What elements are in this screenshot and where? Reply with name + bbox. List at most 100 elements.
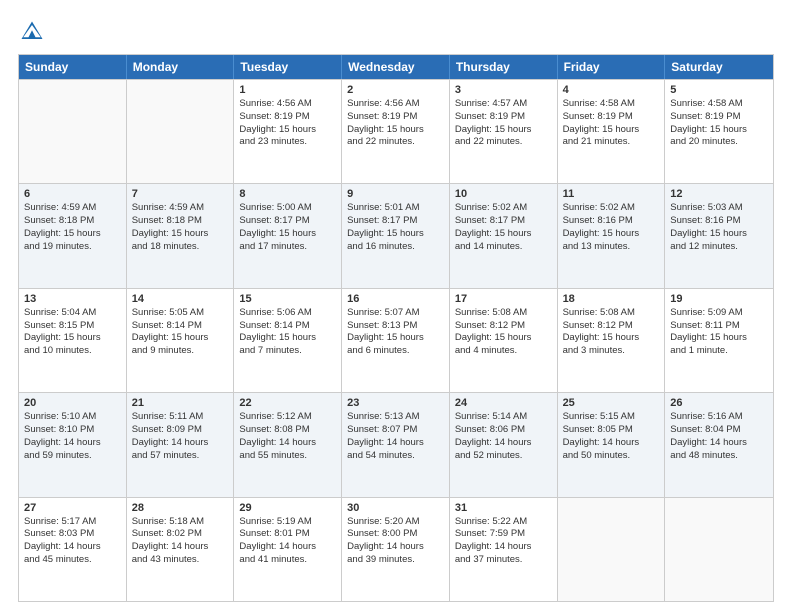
cell-line: Sunrise: 5:02 AM [563, 202, 660, 215]
day-number: 13 [24, 293, 121, 305]
cell-line: Sunset: 8:09 PM [132, 424, 229, 437]
cell-line: Daylight: 14 hours [132, 541, 229, 554]
calendar-cell: 1Sunrise: 4:56 AMSunset: 8:19 PMDaylight… [234, 80, 342, 183]
cell-line: and 59 minutes. [24, 450, 121, 463]
cell-line: Sunrise: 5:08 AM [563, 307, 660, 320]
day-number: 17 [455, 293, 552, 305]
calendar-cell: 29Sunrise: 5:19 AMSunset: 8:01 PMDayligh… [234, 498, 342, 601]
cell-line: and 16 minutes. [347, 241, 444, 254]
cell-line: Daylight: 15 hours [455, 228, 552, 241]
cell-line: Sunrise: 5:00 AM [239, 202, 336, 215]
cell-line: Daylight: 14 hours [670, 437, 768, 450]
cell-line: Sunset: 8:07 PM [347, 424, 444, 437]
cell-line: Daylight: 15 hours [563, 124, 660, 137]
cell-line: Sunset: 8:02 PM [132, 528, 229, 541]
weekday-header: Monday [127, 55, 235, 79]
calendar-row: 1 Sunrise: 4:56 AM Sunset: 8:19 PM Daylight… [19, 79, 773, 183]
calendar-cell: 3Sunrise: 4:57 AMSunset: 8:19 PMDaylight… [450, 80, 558, 183]
cell-line: Sunset: 8:04 PM [670, 424, 768, 437]
cell-line: Daylight: 15 hours [24, 228, 121, 241]
cell-line: and 13 minutes. [563, 241, 660, 254]
cell-line: Daylight: 14 hours [132, 437, 229, 450]
calendar-body: 1 Sunrise: 4:56 AM Sunset: 8:19 PM Daylight… [19, 79, 773, 601]
calendar-cell: 14 Sunrise: 5:05 AMSunset: 8:14 PMDayligh… [127, 289, 235, 392]
cell-line: and 4 minutes. [455, 345, 552, 358]
calendar-row: 27Sunrise: 5:17 AMSunset: 8:03 PMDayligh… [19, 497, 773, 601]
day-number: 18 [563, 293, 660, 305]
cell-line: Daylight: 14 hours [455, 541, 552, 554]
cell-line: Daylight: 15 hours [132, 332, 229, 345]
cell-line: Daylight: 14 hours [239, 437, 336, 450]
cell-line: Sunset: 8:16 PM [670, 215, 768, 228]
cell-line: Daylight: 15 hours [24, 332, 121, 345]
cell-line: Daylight: 15 hours [455, 124, 552, 137]
day-number: 2 [347, 84, 444, 96]
cell-line: Sunset: 8:14 PM [239, 320, 336, 333]
cell-line: Sunset: 8:14 PM [132, 320, 229, 333]
cell-line: Sunrise: 5:10 AM [24, 411, 121, 424]
cell-line: and 9 minutes. [132, 345, 229, 358]
weekday-header: Saturday [665, 55, 773, 79]
calendar: SundayMondayTuesdayWednesdayThursdayFrid… [18, 54, 774, 602]
calendar-cell: 21Sunrise: 5:11 AMSunset: 8:09 PMDayligh… [127, 393, 235, 496]
calendar-row: 20Sunrise: 5:10 AMSunset: 8:10 PMDayligh… [19, 392, 773, 496]
day-number: 26 [670, 397, 768, 409]
cell-line: Daylight: 15 hours [239, 228, 336, 241]
logo-icon [18, 18, 46, 46]
cell-line: Sunrise: 4:56 AM [347, 98, 444, 111]
calendar-cell: 30Sunrise: 5:20 AMSunset: 8:00 PMDayligh… [342, 498, 450, 601]
day-number: 20 [24, 397, 121, 409]
cell-line: Sunset: 8:19 PM [670, 111, 768, 124]
cell-line: Sunset: 8:00 PM [347, 528, 444, 541]
cell-line: Sunset: 8:12 PM [563, 320, 660, 333]
cell-line: Sunset: 8:18 PM [132, 215, 229, 228]
cell-line: Sunrise: 5:18 AM [132, 516, 229, 529]
cell-line: Daylight: 15 hours [455, 332, 552, 345]
cell-line: Daylight: 14 hours [455, 437, 552, 450]
cell-line: and 7 minutes. [239, 345, 336, 358]
cell-line: Sunrise: 5:17 AM [24, 516, 121, 529]
cell-line: Sunset: 7:59 PM [455, 528, 552, 541]
calendar-cell: 15Sunrise: 5:06 AMSunset: 8:14 PMDayligh… [234, 289, 342, 392]
day-number: 27 [24, 502, 121, 514]
cell-line: Sunrise: 5:05 AM [132, 307, 229, 320]
cell-line: and 37 minutes. [455, 554, 552, 567]
day-number: 14 [132, 293, 229, 305]
cell-line: Daylight: 14 hours [24, 541, 121, 554]
cell-line: Sunrise: 4:56 AM [239, 98, 336, 111]
cell-line: Sunrise: 5:20 AM [347, 516, 444, 529]
calendar-cell: 9Sunrise: 5:01 AMSunset: 8:17 PMDaylight… [342, 184, 450, 287]
calendar-row: 13Sunrise: 5:04 AMSunset: 8:15 PMDayligh… [19, 288, 773, 392]
day-number: 4 [563, 84, 660, 96]
cell-line: and 43 minutes. [132, 554, 229, 567]
calendar-cell: 23Sunrise: 5:13 AMSunset: 8:07 PMDayligh… [342, 393, 450, 496]
cell-line: and 1 minute. [670, 345, 768, 358]
day-number: 9 [347, 188, 444, 200]
cell-line: Sunset: 8:11 PM [670, 320, 768, 333]
cell-line: Sunset: 8:12 PM [455, 320, 552, 333]
calendar-cell: 11Sunrise: 5:02 AMSunset: 8:16 PMDayligh… [558, 184, 666, 287]
cell-line: and 54 minutes. [347, 450, 444, 463]
cell-line: and 55 minutes. [239, 450, 336, 463]
calendar-row: 6Sunrise: 4:59 AMSunset: 8:18 PMDaylight… [19, 183, 773, 287]
cell-line: Daylight: 14 hours [347, 437, 444, 450]
cell-line: Sunrise: 5:09 AM [670, 307, 768, 320]
calendar-cell: 8Sunrise: 5:00 AMSunset: 8:17 PMDaylight… [234, 184, 342, 287]
calendar-cell: 13Sunrise: 5:04 AMSunset: 8:15 PMDayligh… [19, 289, 127, 392]
cell-line: Daylight: 15 hours [670, 332, 768, 345]
cell-line: Sunset: 8:01 PM [239, 528, 336, 541]
cell-line: Daylight: 15 hours [239, 124, 336, 137]
calendar-cell: 19 Sunrise: 5:09 AMSunset: 8:11 PMDayligh… [665, 289, 773, 392]
day-number: 19 [670, 293, 768, 305]
day-number: 1 [239, 84, 336, 96]
cell-line: Sunrise: 5:02 AM [455, 202, 552, 215]
day-number: 24 [455, 397, 552, 409]
day-number: 28 [132, 502, 229, 514]
calendar-cell [558, 498, 666, 601]
calendar-cell: 27Sunrise: 5:17 AMSunset: 8:03 PMDayligh… [19, 498, 127, 601]
calendar-cell: 22Sunrise: 5:12 AMSunset: 8:08 PMDayligh… [234, 393, 342, 496]
day-number: 31 [455, 502, 552, 514]
cell-line: Sunrise: 4:59 AM [132, 202, 229, 215]
cell-line: Sunrise: 4:58 AM [563, 98, 660, 111]
cell-line: Sunrise: 5:14 AM [455, 411, 552, 424]
